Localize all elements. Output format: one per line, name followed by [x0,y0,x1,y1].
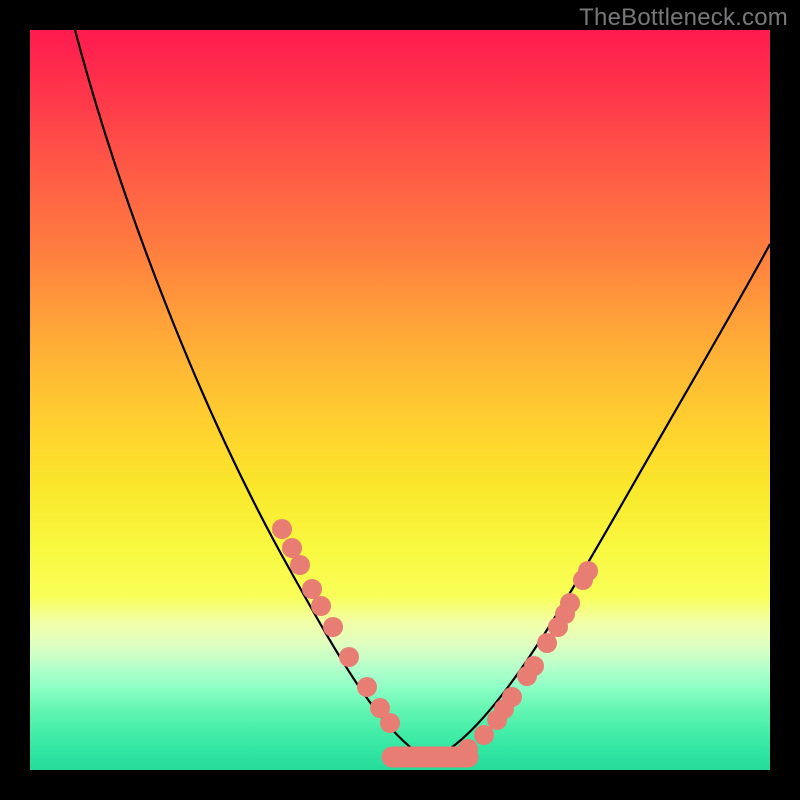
bottleneck-curve-chart [30,30,770,770]
beads-right [458,561,598,759]
curve-left [75,30,425,758]
beads-left [272,519,400,733]
watermark-text: TheBottleneck.com [579,4,788,32]
curve-right [435,244,770,758]
chart-frame [30,30,770,770]
